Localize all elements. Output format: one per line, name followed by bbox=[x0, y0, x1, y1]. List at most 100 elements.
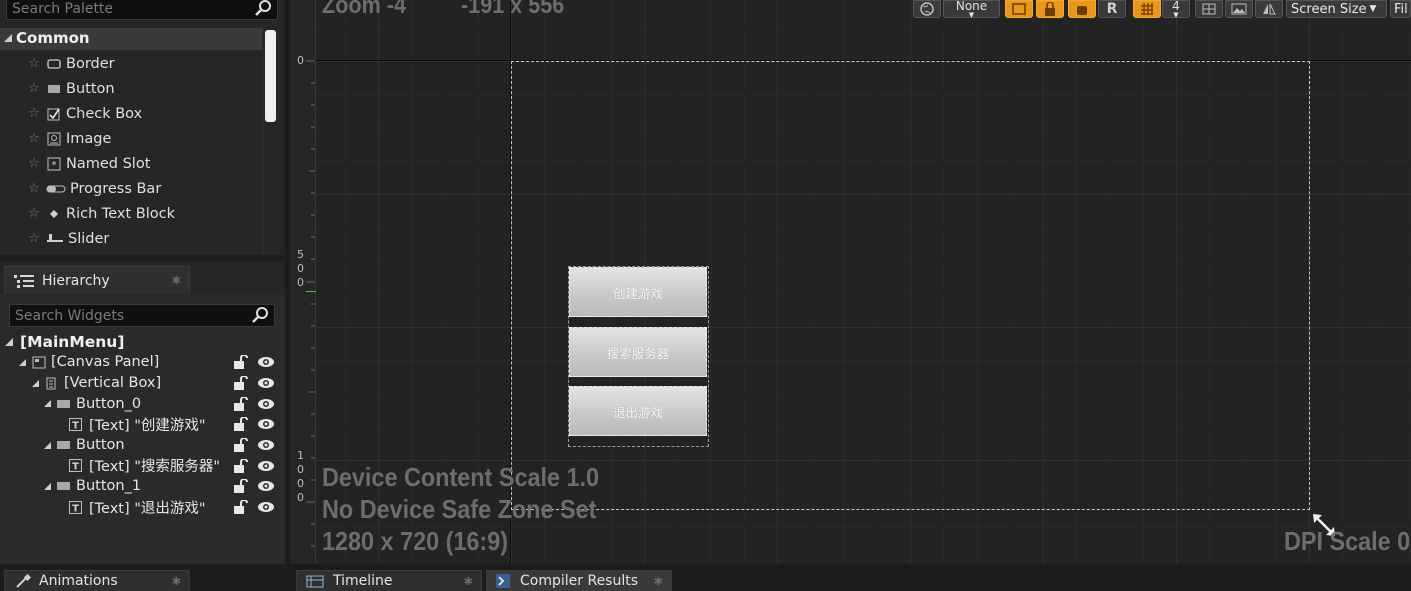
expand-arrow-icon[interactable] bbox=[18, 358, 27, 367]
svg-text:*: * bbox=[52, 160, 57, 171]
star-icon[interactable]: ☆ bbox=[27, 81, 41, 96]
canvas-panel-icon bbox=[32, 356, 46, 369]
palette-item-button[interactable]: ☆ Button bbox=[0, 76, 262, 101]
panel-splitter[interactable] bbox=[0, 255, 285, 261]
hierarchy-tree: [MainMenu] [Canvas Panel] [Vertical Box]… bbox=[0, 331, 285, 518]
canvas-button-create-game[interactable]: 创建游戏 bbox=[569, 267, 707, 317]
unlock-icon[interactable] bbox=[233, 396, 249, 411]
close-tab-icon[interactable]: ✱ bbox=[172, 274, 181, 287]
tree-row-button-0[interactable]: Button_0 bbox=[0, 393, 285, 414]
close-tab-icon[interactable]: ✱ bbox=[464, 575, 473, 588]
tab-timeline[interactable]: Timeline ✱ bbox=[296, 570, 482, 591]
row-actions bbox=[233, 479, 275, 494]
eye-icon[interactable] bbox=[257, 398, 275, 410]
expand-arrow-icon[interactable] bbox=[31, 379, 40, 388]
star-icon[interactable]: ☆ bbox=[27, 131, 41, 146]
unlock-icon[interactable] bbox=[233, 355, 249, 370]
unlock-icon[interactable] bbox=[233, 438, 249, 453]
hand-icon bbox=[1077, 6, 1087, 15]
zoom-to-fit-button[interactable] bbox=[1195, 0, 1223, 18]
tree-row-vertical-box[interactable]: [Vertical Box] bbox=[0, 373, 285, 394]
preview-background-button[interactable] bbox=[1225, 0, 1253, 18]
canvas-button-search-server[interactable]: 搜索服务器 bbox=[569, 327, 707, 377]
palette-item-label: Button bbox=[66, 80, 115, 97]
eye-icon[interactable] bbox=[257, 377, 275, 389]
row-actions bbox=[233, 355, 275, 370]
tree-row-text-0[interactable]: T [Text] "创建游戏" bbox=[0, 414, 285, 435]
collapse-arrow-icon[interactable] bbox=[3, 33, 13, 43]
palette-search-field[interactable] bbox=[6, 0, 278, 20]
screen-size-dropdown[interactable]: Screen Size ▼ bbox=[1286, 0, 1387, 18]
flip-button[interactable] bbox=[1255, 0, 1283, 18]
grid-size-dropdown[interactable]: 4 ▼ bbox=[1162, 0, 1190, 18]
palette-item-slider[interactable]: ☆ Slider bbox=[0, 226, 262, 251]
palette-item-label: Progress Bar bbox=[70, 180, 162, 197]
star-icon[interactable]: ☆ bbox=[27, 106, 41, 121]
palette-category-common[interactable]: Common bbox=[0, 28, 262, 50]
chevron-down-icon: ▼ bbox=[1369, 4, 1377, 14]
palette-item-rich-text-block[interactable]: ☆ Rich Text Block bbox=[0, 201, 262, 226]
tab-compiler-results[interactable]: Compiler Results ✱ bbox=[486, 570, 672, 591]
palette-item-check-box[interactable]: ☆ Check Box bbox=[0, 101, 262, 126]
palette-item-image[interactable]: ☆ Image bbox=[0, 126, 262, 151]
eye-icon[interactable] bbox=[257, 418, 275, 430]
eye-icon[interactable] bbox=[257, 460, 275, 472]
hierarchy-search-input[interactable] bbox=[10, 305, 274, 327]
palette-list: ☆ Border ☆ Button ☆ Check Box ☆ Image ☆ * Name… bbox=[0, 51, 262, 251]
unlock-icon[interactable] bbox=[233, 376, 249, 391]
device-content-scale: Device Content Scale 1.0 bbox=[322, 462, 600, 492]
palette-item-named-slot[interactable]: ☆ * Named Slot bbox=[0, 151, 262, 176]
palette-item-border[interactable]: ☆ Border bbox=[0, 51, 262, 76]
tree-row-text-2[interactable]: T [Text] "退出游戏" bbox=[0, 497, 285, 518]
palette-scrollbar-thumb[interactable] bbox=[265, 30, 276, 122]
search-icon[interactable] bbox=[254, 0, 274, 17]
star-icon[interactable]: ☆ bbox=[27, 56, 41, 71]
grid-size-value: 4 bbox=[1172, 0, 1180, 13]
world-button[interactable] bbox=[913, 0, 941, 18]
eye-icon[interactable] bbox=[257, 356, 275, 368]
timeline-icon bbox=[306, 575, 324, 588]
unlock-icon[interactable] bbox=[233, 417, 249, 432]
unlock-icon[interactable] bbox=[233, 458, 249, 473]
tab-animations[interactable]: Animations ✱ bbox=[4, 570, 190, 591]
hierarchy-search-field[interactable] bbox=[9, 304, 275, 327]
tree-row-label: Button_0 bbox=[76, 395, 142, 412]
fill-dropdown[interactable]: Fil bbox=[1390, 0, 1411, 18]
lock-toggle-button[interactable] bbox=[1036, 0, 1064, 18]
none-dropdown[interactable]: None ▼ bbox=[943, 0, 1000, 19]
tree-row-text-1[interactable]: T [Text] "搜索服务器" bbox=[0, 455, 285, 476]
canvas-button-text: 创建游戏 bbox=[612, 285, 663, 301]
palette-search-input[interactable] bbox=[7, 0, 277, 20]
star-icon[interactable]: ☆ bbox=[27, 231, 41, 246]
lock-icon bbox=[1045, 2, 1055, 16]
star-icon[interactable]: ☆ bbox=[27, 156, 41, 171]
unlock-icon[interactable] bbox=[233, 479, 249, 494]
expand-arrow-icon[interactable] bbox=[43, 399, 52, 408]
expand-arrow-icon[interactable] bbox=[4, 337, 14, 347]
pose-toggle-button[interactable] bbox=[1068, 0, 1096, 18]
tree-row-button[interactable]: Button bbox=[0, 435, 285, 456]
star-icon[interactable]: ☆ bbox=[27, 206, 41, 221]
expand-arrow-icon[interactable] bbox=[43, 441, 52, 450]
layout-toggle-button[interactable] bbox=[1005, 0, 1033, 18]
svg-text:T: T bbox=[72, 503, 79, 514]
tree-row-button-1[interactable]: Button_1 bbox=[0, 476, 285, 497]
close-tab-icon[interactable]: ✱ bbox=[172, 575, 181, 588]
unlock-icon[interactable] bbox=[233, 500, 249, 515]
star-icon[interactable]: ☆ bbox=[27, 181, 41, 196]
canvas-button-quit-game[interactable]: 退出游戏 bbox=[569, 386, 707, 436]
tab-hierarchy[interactable]: Hierarchy ✱ bbox=[4, 266, 190, 294]
close-tab-icon[interactable]: ✱ bbox=[654, 575, 663, 588]
palette-item-progress-bar[interactable]: ☆ Progress Bar bbox=[0, 176, 262, 201]
respect-locks-button[interactable]: R bbox=[1098, 0, 1126, 18]
eye-icon[interactable] bbox=[257, 480, 275, 492]
cursor-position: -191 x 556 bbox=[461, 0, 565, 19]
tree-row-canvas-panel[interactable]: [Canvas Panel] bbox=[0, 352, 285, 373]
eye-icon[interactable] bbox=[257, 439, 275, 451]
tree-row-label: [Vertical Box] bbox=[64, 375, 162, 392]
tree-root[interactable]: [MainMenu] bbox=[0, 331, 285, 352]
grid-snap-toggle[interactable] bbox=[1133, 0, 1161, 18]
search-icon[interactable] bbox=[251, 306, 271, 324]
eye-icon[interactable] bbox=[257, 501, 275, 513]
expand-arrow-icon[interactable] bbox=[43, 482, 52, 491]
